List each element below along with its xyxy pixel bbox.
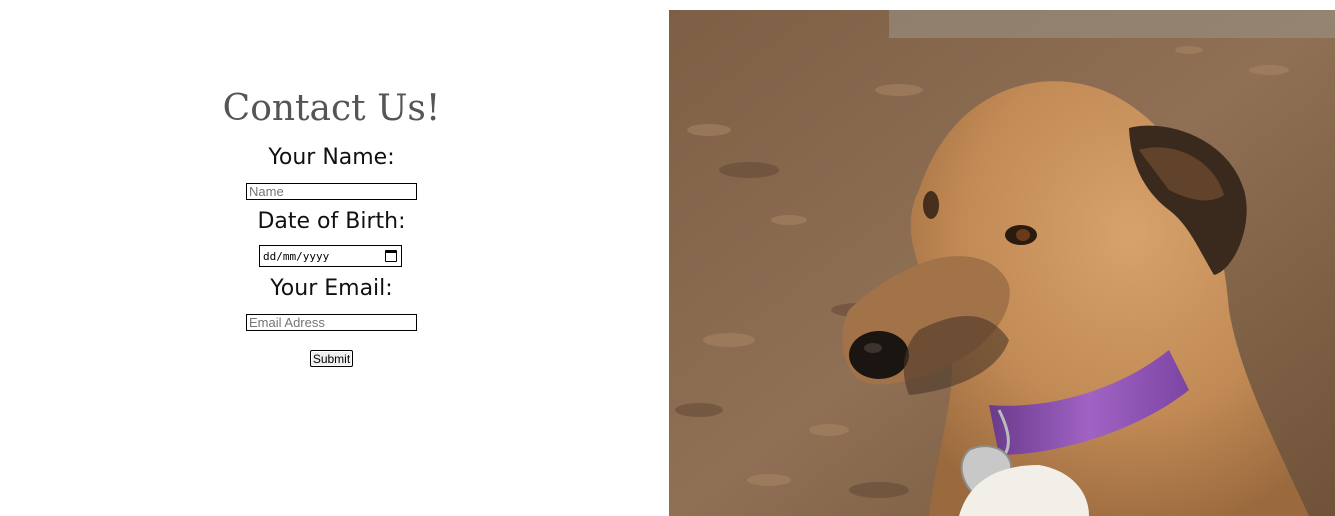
contact-page: Contact Us! Your Name: Date of Birth: dd… [0,0,1335,516]
page-title: Contact Us! [222,88,441,129]
name-label: Your Name: [268,145,395,170]
date-placeholder: dd/mm/yyyy [263,249,330,263]
email-input[interactable] [246,314,417,331]
dog-photo [669,10,1335,516]
submit-button[interactable]: Submit [310,350,353,367]
calendar-icon[interactable] [385,250,397,262]
date-of-birth-label: Date of Birth: [257,209,406,234]
dog-photo-image [669,10,1335,516]
email-label: Your Email: [270,276,393,301]
date-of-birth-input[interactable]: dd/mm/yyyy [259,245,402,267]
contact-form: Contact Us! Your Name: Date of Birth: dd… [0,0,663,516]
name-input[interactable] [246,183,417,200]
